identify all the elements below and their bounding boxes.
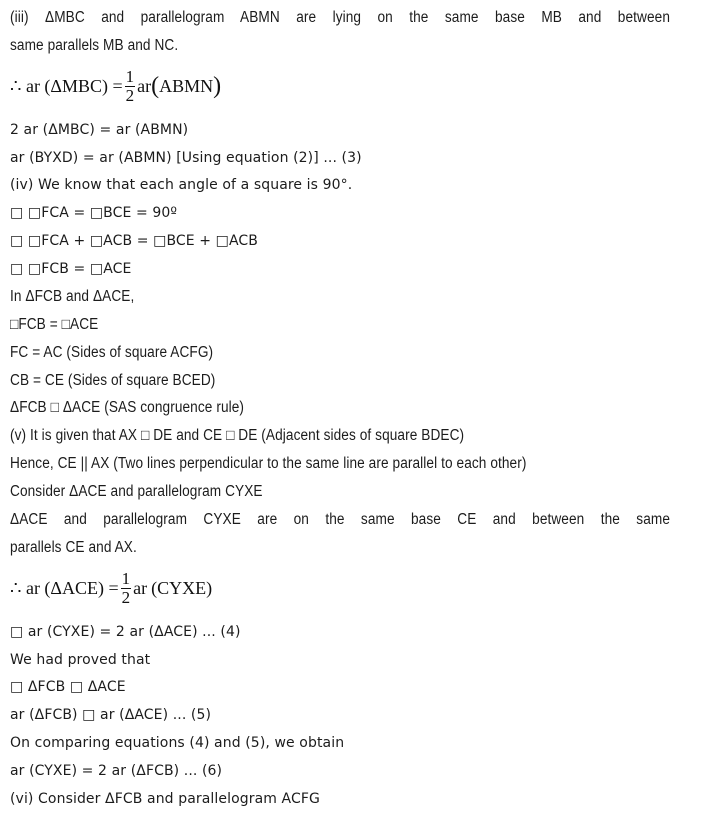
fraction-numerator: 1 [120, 568, 132, 589]
equation-rhs: ABMN [159, 75, 214, 96]
text-line: We had proved that [10, 652, 151, 668]
text-line: Hence, CE || AX (Two lines perpendicular… [10, 455, 527, 472]
text-line: same parallels MB and NC. [10, 37, 179, 54]
equation-lhs: ∴ ar (ΔACE) = [10, 577, 119, 598]
text-line: (iii) ΔMBC and parallelogram ABMN are ly… [10, 9, 670, 26]
equation-rhs: (CYXE) [151, 577, 213, 598]
text-line: □ ar (CYXE) = 2 ar (ΔACE) ... (4) [10, 624, 241, 640]
paren-open: ( [151, 73, 160, 99]
fraction-half: 1 2 [124, 66, 136, 105]
equation-area-ace: ∴ ar (ΔACE) = 1 2 ar (CYXE) [10, 566, 212, 610]
text-line: (v) It is given that AX □ DE and CE □ DE… [10, 427, 465, 444]
text-line: □ □FCA = □BCE = 90º [10, 205, 178, 221]
text-line: parallels CE and AX. [10, 539, 137, 556]
fraction-numerator: 1 [124, 66, 136, 87]
text-line: ar (ΔFCB) □ ar (ΔACE) ... (5) [10, 707, 212, 723]
paren-close: ) [213, 73, 222, 99]
text-line: □ □FCA + □ACB = □BCE + □ACB [10, 233, 258, 249]
fraction-half: 1 2 [120, 568, 132, 607]
text-line: ar (BYXD) = ar (ABMN) [Using equation (2… [10, 150, 362, 166]
fraction-denominator: 2 [125, 85, 135, 105]
text-line: □ □FCB = □ACE [10, 261, 132, 277]
fraction-denominator: 2 [121, 587, 131, 607]
text-line: (iv) We know that each angle of a square… [10, 177, 353, 193]
equation-rhs-ar: ar [137, 75, 152, 96]
text-line: □FCB = □ACE [10, 316, 99, 333]
equation-lhs: ∴ ar (ΔMBC) = [10, 75, 123, 96]
text-line: Consider ΔACE and parallelogram CYXE [10, 483, 263, 500]
text-line: ar (CYXE) = 2 ar (ΔFCB) ... (6) [10, 763, 223, 779]
text-line: In ΔFCB and ΔACE, [10, 288, 135, 305]
text-line: 2 ar (ΔMBC) = ar (ABMN) [10, 122, 189, 138]
text-line: □ ΔFCB □ ΔACE [10, 679, 126, 695]
text-line: ΔFCB □ ΔACE (SAS congruence rule) [10, 399, 245, 416]
equation-area-mbc: ∴ ar (ΔMBC) = 1 2 ar ( ABMN ) [10, 64, 221, 108]
text-line: On comparing equations (4) and (5), we o… [10, 735, 345, 751]
equation-rhs-ar: ar [133, 577, 148, 598]
text-line: ΔACE and parallelogram CYXE are on the s… [10, 511, 670, 528]
text-line: FC = AC (Sides of square ACFG) [10, 344, 214, 361]
text-line: (vi) Consider ΔFCB and parallelogram ACF… [10, 791, 320, 807]
text-line: CB = CE (Sides of square BCED) [10, 372, 216, 389]
